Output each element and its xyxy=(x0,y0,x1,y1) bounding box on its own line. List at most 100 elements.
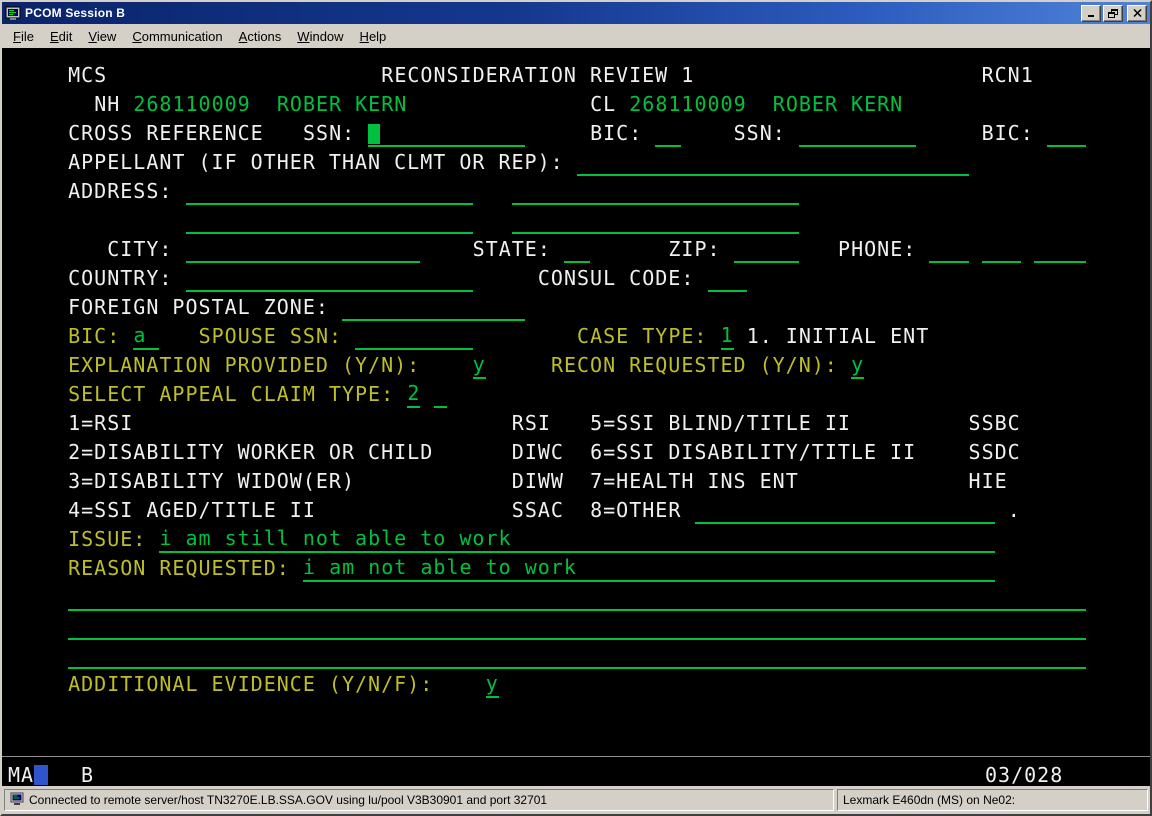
oia-session-id: B xyxy=(81,762,94,788)
code-diwc: DIWC xyxy=(512,439,564,466)
field-address-line1-a[interactable] xyxy=(186,178,473,205)
restore-button[interactable] xyxy=(1103,5,1123,22)
field-phone-prefix[interactable] xyxy=(982,236,1021,263)
field-consul-code[interactable] xyxy=(708,265,747,292)
close-icon xyxy=(1133,9,1142,17)
field-appeal-claim-type-1[interactable]: 2 xyxy=(407,381,420,408)
label-foreign-postal-zone: FOREIGN POSTAL ZONE: xyxy=(68,294,329,321)
field-city[interactable] xyxy=(186,236,421,263)
menu-help[interactable]: Help xyxy=(352,26,395,47)
field-explanation-provided[interactable]: y xyxy=(473,352,486,379)
screen-code: RCN1 xyxy=(982,62,1034,89)
printer-status-text: Lexmark E460dn (MS) on Ne02: xyxy=(843,793,1015,807)
value-case-type-desc: 1. INITIAL ENT xyxy=(747,323,930,350)
field-reason-cont-1[interactable] xyxy=(68,584,1086,611)
field-state[interactable] xyxy=(564,236,590,263)
code-rsi: RSI xyxy=(512,410,551,437)
field-phone-area[interactable] xyxy=(929,236,968,263)
field-xref-bic-2[interactable] xyxy=(1047,120,1086,147)
label-appellant: APPELLANT (IF OTHER THAN CLMT OR REP): xyxy=(68,149,564,176)
pcom-window: PCOM Session B FileEditViewCommunication… xyxy=(0,0,1152,816)
option-5-ssi-blind: 5=SSI BLIND/TITLE II xyxy=(590,410,851,437)
menu-communication[interactable]: Communication xyxy=(124,26,230,47)
field-country[interactable] xyxy=(186,265,473,292)
field-phone-line[interactable] xyxy=(1034,236,1086,263)
window-controls xyxy=(1081,5,1147,22)
label-select-appeal-claim-type: SELECT APPEAL CLAIM TYPE: xyxy=(68,381,394,408)
connection-status-panel: Connected to remote server/host TN3270E.… xyxy=(4,789,834,811)
field-address-line1-b[interactable] xyxy=(512,178,799,205)
menu-window[interactable]: Window xyxy=(289,26,351,47)
label-issue: ISSUE: xyxy=(68,526,146,553)
field-appeal-claim-type-2[interactable] xyxy=(434,381,447,408)
restore-icon xyxy=(1108,9,1118,18)
field-zip[interactable] xyxy=(734,236,799,263)
connection-status-text: Connected to remote server/host TN3270E.… xyxy=(29,793,547,807)
window-title: PCOM Session B xyxy=(25,6,125,20)
label-phone: PHONE: xyxy=(838,236,916,263)
screen-title: RECONSIDERATION REVIEW 1 xyxy=(381,62,694,89)
label-reason-requested: REASON REQUESTED: xyxy=(68,555,290,582)
oia-bar: MA B 03/028 xyxy=(2,762,1150,788)
field-appellant[interactable] xyxy=(577,149,969,176)
field-xref-bic-1[interactable] xyxy=(655,120,681,147)
terminal-cursor xyxy=(368,124,380,144)
label-explanation-provided: EXPLANATION PROVIDED (Y/N): xyxy=(68,352,420,379)
label-cross-reference: CROSS REFERENCE xyxy=(68,120,264,147)
field-address-line2-b[interactable] xyxy=(512,207,799,234)
terminal-screen[interactable]: MCS RECONSIDERATION REVIEW 1 RCN1 NH 2681100… xyxy=(2,48,1150,790)
label-city: CITY: xyxy=(107,236,172,263)
label-address: ADDRESS: xyxy=(68,178,172,205)
oia-cursor-position: 03/028 xyxy=(985,762,1063,788)
label-case-type: CASE TYPE: xyxy=(577,323,707,350)
menu-view[interactable]: View xyxy=(80,26,124,47)
value-cl-ssn: 268110009 xyxy=(629,91,746,118)
code-hie: HIE xyxy=(969,468,1008,495)
label-cl: CL xyxy=(590,91,616,118)
field-other[interactable] xyxy=(695,497,995,524)
text-period: . xyxy=(1008,497,1021,524)
menu-actions[interactable]: Actions xyxy=(231,26,290,47)
field-recon-requested[interactable]: y xyxy=(851,352,864,379)
field-reason-cont-3[interactable] xyxy=(68,642,1086,669)
title-bar[interactable]: PCOM Session B xyxy=(2,2,1150,24)
label-nh: NH xyxy=(94,91,120,118)
menu-file[interactable]: File xyxy=(5,26,42,47)
oia-separator xyxy=(2,756,1150,757)
value-nh-name: ROBER KERN xyxy=(277,91,407,118)
value-nh-ssn: 268110009 xyxy=(133,91,250,118)
field-issue[interactable]: i am still not able to work xyxy=(159,526,994,553)
label-recon-requested: RECON REQUESTED (Y/N): xyxy=(551,352,838,379)
menu-edit[interactable]: Edit xyxy=(42,26,80,47)
field-spouse-ssn[interactable] xyxy=(355,323,472,350)
option-2-disability-worker: 2=DISABILITY WORKER OR CHILD xyxy=(68,439,433,466)
field-reason-cont-2[interactable] xyxy=(68,613,1086,640)
value-cl-name: ROBER KERN xyxy=(773,91,903,118)
field-foreign-postal-zone[interactable] xyxy=(342,294,525,321)
field-bic[interactable]: a xyxy=(133,323,159,350)
code-ssdc: SSDC xyxy=(969,439,1021,466)
terminal-status-icon xyxy=(10,792,24,809)
label-zip: ZIP: xyxy=(668,236,720,263)
field-reason-requested[interactable]: i am not able to work xyxy=(303,555,995,582)
label-consul-code: CONSUL CODE: xyxy=(538,265,695,292)
oia-input-inhibit-block xyxy=(34,765,48,785)
option-8-other: 8=OTHER xyxy=(590,497,681,524)
option-3-disability-widow: 3=DISABILITY WIDOW(ER) xyxy=(68,468,355,495)
label-xref-bic-2: BIC: xyxy=(982,120,1034,147)
minimize-icon xyxy=(1087,9,1096,18)
field-case-type[interactable]: 1 xyxy=(721,323,734,350)
screen-system-label: MCS xyxy=(68,62,107,89)
app-icon xyxy=(5,5,21,21)
status-bar: Connected to remote server/host TN3270E.… xyxy=(2,786,1150,814)
field-xref-ssn-2[interactable] xyxy=(799,120,916,147)
field-address-line2-a[interactable] xyxy=(186,207,473,234)
field-additional-evidence[interactable]: y xyxy=(486,671,499,698)
close-button[interactable] xyxy=(1127,5,1147,22)
code-diww: DIWW xyxy=(512,468,564,495)
field-xref-ssn-1[interactable] xyxy=(368,120,525,147)
option-6-ssi-disability: 6=SSI DISABILITY/TITLE II xyxy=(590,439,916,466)
minimize-button[interactable] xyxy=(1081,5,1101,22)
label-xref-ssn-2: SSN: xyxy=(734,120,786,147)
label-country: COUNTRY: xyxy=(68,265,172,292)
